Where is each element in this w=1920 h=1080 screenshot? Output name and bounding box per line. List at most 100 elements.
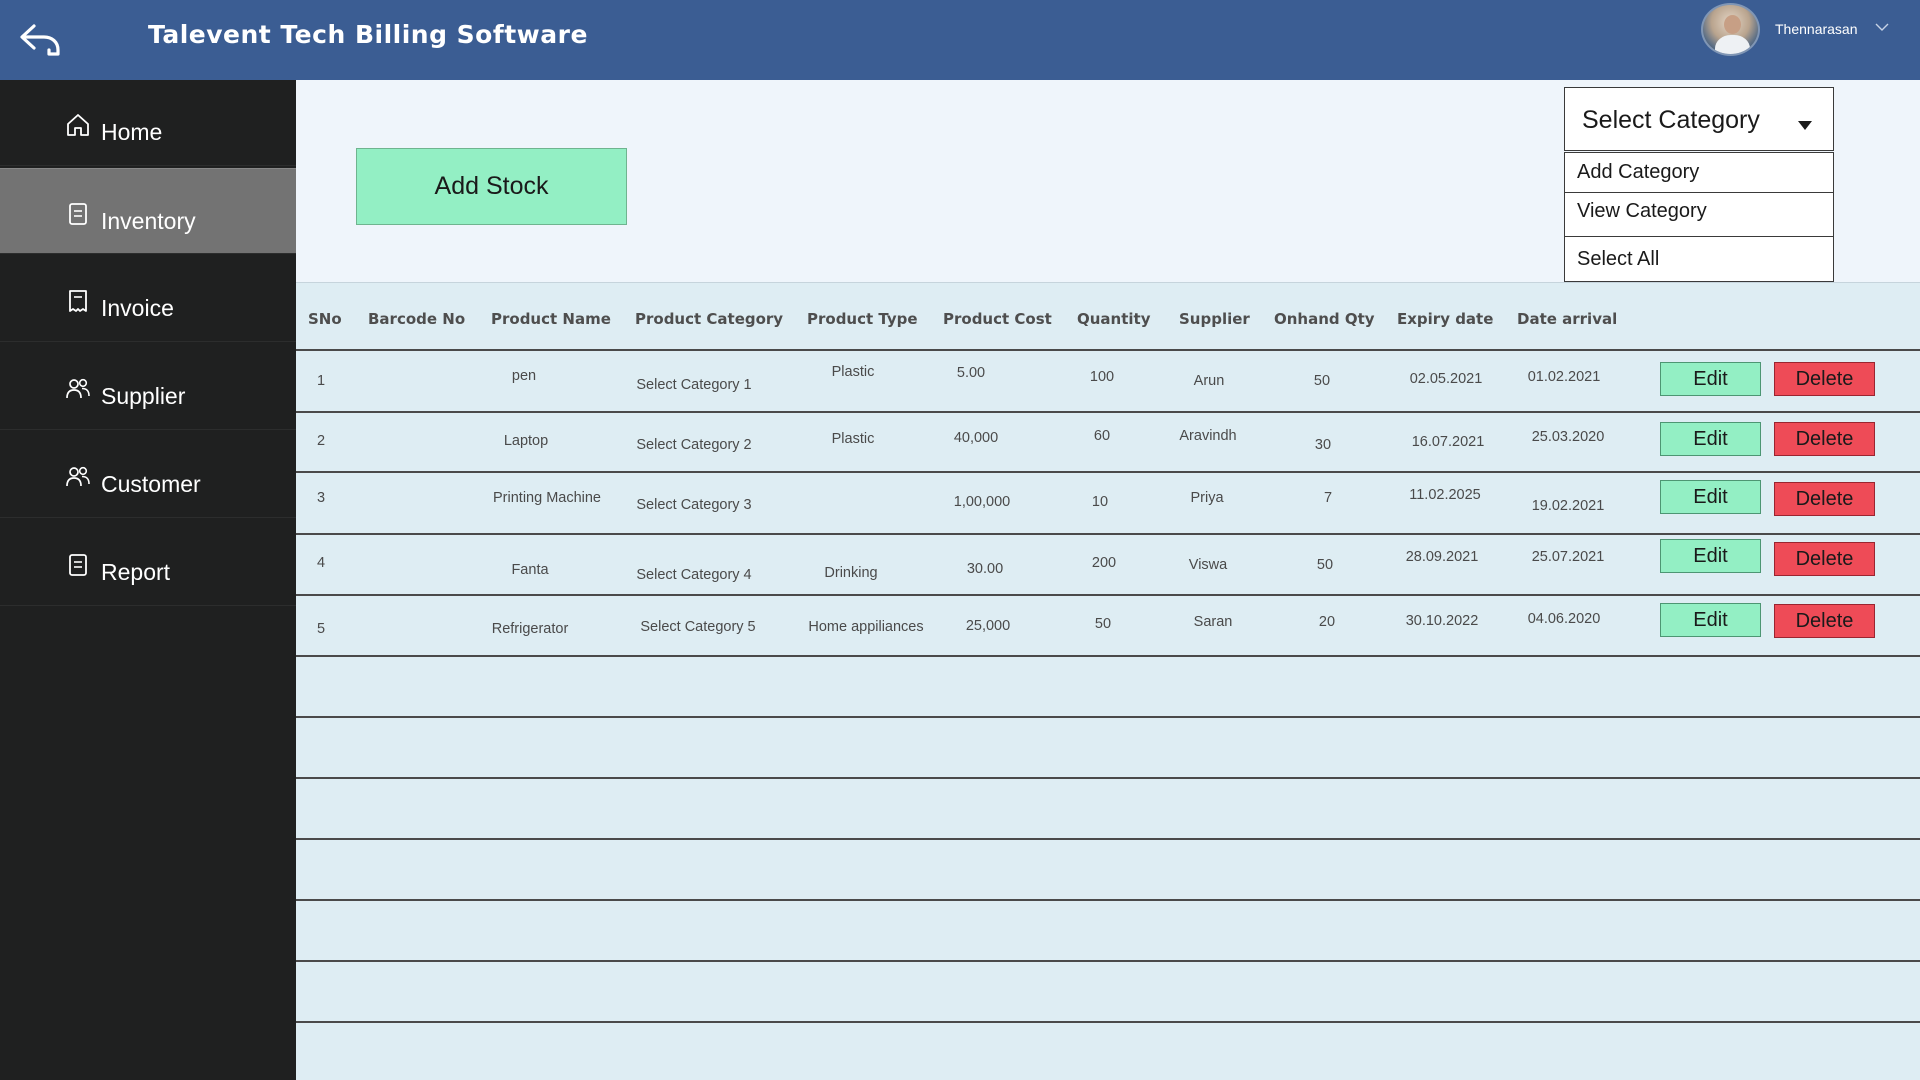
cell-product-type: Plastic — [831, 364, 875, 380]
menu-item-add-category[interactable]: Add Category — [1565, 153, 1833, 193]
cell-date-arrival: 01.02.2021 — [1527, 369, 1601, 385]
row-divider — [296, 349, 1920, 351]
cell-onhand-qty: 30 — [1314, 437, 1332, 453]
users-icon — [66, 378, 90, 399]
home-icon — [67, 114, 89, 136]
edit-button[interactable]: Edit — [1660, 539, 1761, 573]
cell-product-name: Printing Machine — [493, 490, 601, 506]
receipt-icon — [69, 290, 87, 312]
column-header: Supplier — [1179, 310, 1250, 328]
cell-quantity: 60 — [1093, 428, 1111, 444]
cell-expiry-date: 02.05.2021 — [1409, 371, 1483, 387]
delete-button[interactable]: Delete — [1774, 422, 1875, 456]
cell-expiry-date: 30.10.2022 — [1405, 613, 1479, 629]
sidebar-item-report[interactable]: Report — [0, 520, 296, 606]
category-select[interactable]: Select Category — [1564, 87, 1834, 151]
row-divider — [296, 1021, 1920, 1023]
cell-product-type: Plastic — [831, 431, 875, 447]
delete-button[interactable]: Delete — [1774, 482, 1875, 516]
cell-quantity: 100 — [1089, 369, 1115, 385]
cell-product-cost: 30.00 — [966, 561, 1004, 577]
cell-sno: 3 — [317, 490, 326, 506]
column-header: Product Cost — [943, 310, 1052, 328]
menu-item-select-all[interactable]: Select All — [1565, 237, 1833, 281]
cell-sno: 1 — [317, 373, 326, 389]
cell-date-arrival: 19.02.2021 — [1531, 498, 1605, 514]
sidebar: Home Inventory Invoice Supplier Customer… — [0, 80, 296, 1080]
document-icon — [69, 203, 87, 225]
row-divider — [296, 960, 1920, 962]
cell-date-arrival: 25.07.2021 — [1531, 549, 1605, 565]
add-stock-button[interactable]: Add Stock — [356, 148, 627, 225]
cell-product-category: Select Category 1 — [636, 377, 752, 393]
category-dropdown-menu: Add Category View Category Select All — [1564, 152, 1834, 282]
cell-expiry-date: 28.09.2021 — [1405, 549, 1479, 565]
row-divider — [296, 655, 1920, 657]
delete-button[interactable]: Delete — [1774, 542, 1875, 576]
edit-button[interactable]: Edit — [1660, 362, 1761, 396]
cell-expiry-date: 11.02.2025 — [1409, 487, 1481, 503]
cell-product-name: Fanta — [511, 562, 549, 578]
cell-supplier: Arun — [1193, 373, 1225, 389]
document-icon — [69, 554, 87, 576]
sidebar-item-label: Invoice — [101, 295, 174, 321]
sidebar-item-label: Supplier — [101, 383, 186, 409]
cell-product-category: Select Category 5 — [640, 619, 756, 635]
sidebar-item-invoice[interactable]: Invoice — [0, 256, 296, 342]
edit-button[interactable]: Edit — [1660, 480, 1761, 514]
cell-sno: 2 — [317, 433, 326, 449]
cell-supplier: Saran — [1193, 614, 1233, 630]
column-header: Onhand Qty — [1274, 310, 1375, 328]
dropdown-arrow-icon — [1798, 121, 1812, 130]
delete-button[interactable]: Delete — [1774, 362, 1875, 396]
row-divider — [296, 411, 1920, 413]
row-divider — [296, 716, 1920, 718]
cell-product-name: Refrigerator — [491, 621, 569, 637]
column-header: SNo — [308, 310, 342, 328]
cell-product-type: Home appiliances — [808, 619, 924, 635]
edit-button[interactable]: Edit — [1660, 603, 1761, 637]
column-header: Product Type — [807, 310, 918, 328]
cell-expiry-date: 16.07.2021 — [1411, 434, 1485, 450]
cell-product-cost: 40,000 — [953, 430, 999, 446]
delete-button[interactable]: Delete — [1774, 604, 1875, 638]
cell-onhand-qty: 50 — [1316, 557, 1334, 573]
row-divider — [296, 777, 1920, 779]
sidebar-item-home[interactable]: Home — [0, 80, 296, 166]
row-divider — [296, 533, 1920, 535]
column-header: Product Name — [491, 310, 611, 328]
cell-product-cost: 1,00,000 — [953, 494, 1011, 510]
cell-product-name: pen — [511, 368, 537, 384]
sidebar-item-inventory[interactable]: Inventory — [0, 168, 296, 254]
cell-product-category: Select Category 2 — [636, 437, 752, 453]
cell-supplier: Viswa — [1188, 557, 1228, 573]
app-title: Talevent Tech Billing Software — [148, 20, 588, 49]
sidebar-item-label: Customer — [101, 471, 201, 497]
edit-button[interactable]: Edit — [1660, 422, 1761, 456]
cell-quantity: 50 — [1094, 616, 1112, 632]
sidebar-item-supplier[interactable]: Supplier — [0, 344, 296, 430]
cell-product-category: Select Category 3 — [636, 497, 752, 513]
column-header: Expiry date — [1397, 310, 1494, 328]
cell-product-cost: 5.00 — [956, 365, 986, 381]
app-header: Talevent Tech Billing Software Thennaras… — [0, 0, 1920, 80]
sidebar-item-label: Home — [101, 119, 163, 145]
toolbar-panel: Add Stock Select Category Add Category V… — [296, 80, 1920, 283]
cell-product-type: Drinking — [824, 565, 878, 581]
column-header: Product Category — [635, 310, 784, 328]
cell-supplier: Priya — [1190, 490, 1224, 506]
cell-product-cost: 25,000 — [965, 618, 1011, 634]
column-header: Barcode No — [368, 310, 466, 328]
cell-sno: 5 — [317, 621, 326, 637]
user-name[interactable]: Thennarasan — [1775, 21, 1858, 37]
menu-item-view-category[interactable]: View Category — [1565, 193, 1833, 237]
row-divider — [296, 899, 1920, 901]
avatar[interactable] — [1701, 3, 1760, 56]
row-divider — [296, 838, 1920, 840]
sidebar-item-label: Report — [101, 559, 171, 585]
cell-quantity: 10 — [1091, 494, 1109, 510]
category-select-label: Select Category — [1582, 106, 1760, 134]
chevron-down-icon[interactable] — [1874, 20, 1890, 34]
back-arrow-icon[interactable] — [18, 20, 62, 60]
sidebar-item-customer[interactable]: Customer — [0, 432, 296, 518]
